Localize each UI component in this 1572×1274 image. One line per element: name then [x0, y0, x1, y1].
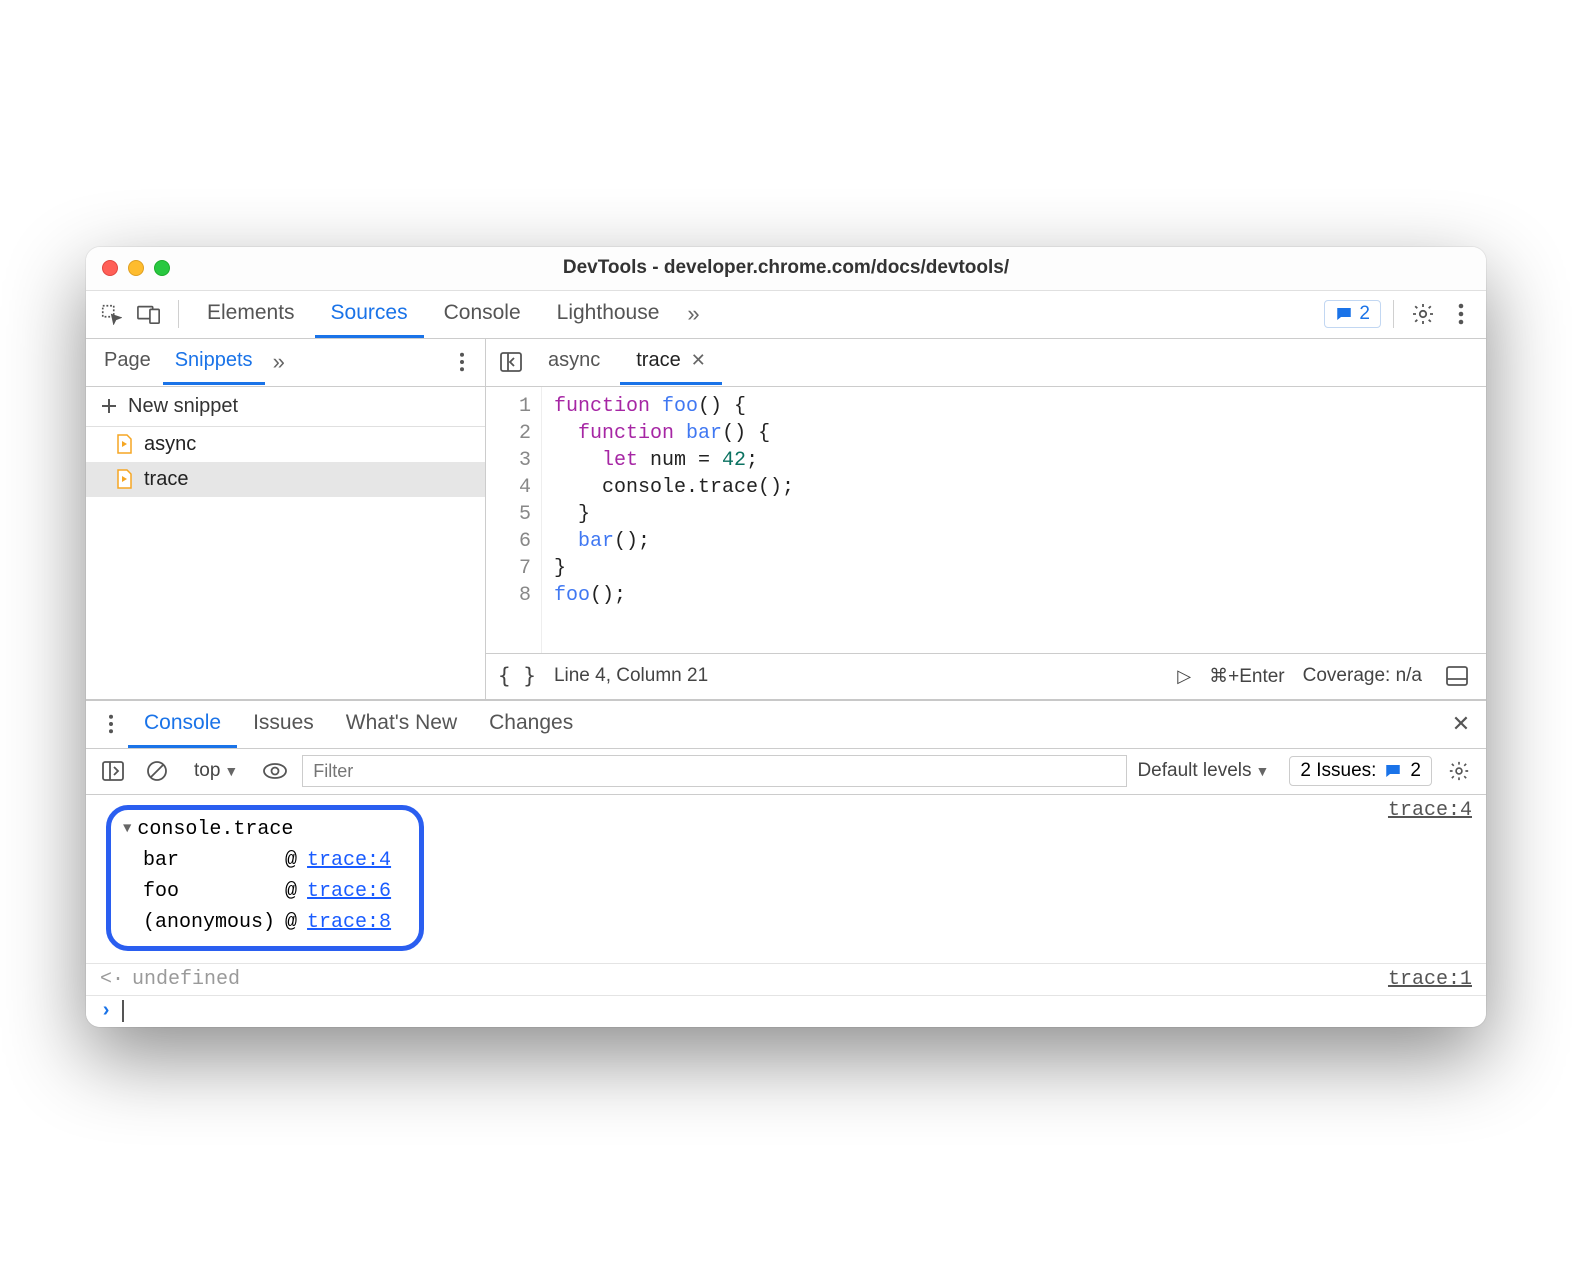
- console-settings-gear-icon[interactable]: [1442, 754, 1476, 788]
- drawer: Console Issues What's New Changes ✕ top …: [86, 699, 1486, 1027]
- pretty-print-icon[interactable]: { }: [498, 664, 536, 688]
- snippet-list: async trace: [86, 427, 485, 699]
- prompt-caret-icon: ›: [100, 1000, 120, 1023]
- issues-counter[interactable]: 2 Issues: 2: [1289, 756, 1432, 786]
- console-trace-row: ▼ console.trace bar @ trace:4 foo @ trac…: [86, 795, 1486, 963]
- stack-fn: bar: [143, 845, 285, 876]
- snippet-item-async[interactable]: async: [86, 427, 485, 462]
- console-prompt[interactable]: ›: [86, 996, 1486, 1027]
- drawer-tab-whatsnew[interactable]: What's New: [330, 701, 473, 748]
- tab-elements[interactable]: Elements: [191, 291, 311, 338]
- disclosure-triangle-icon[interactable]: ▼: [123, 821, 131, 837]
- editor-tab-async[interactable]: async: [532, 339, 616, 385]
- snippet-item-label: async: [144, 433, 196, 456]
- coverage-status: Coverage: n/a: [1303, 665, 1422, 687]
- devtools-window: DevTools - developer.chrome.com/docs/dev…: [86, 247, 1486, 1027]
- snippet-item-trace[interactable]: trace: [86, 462, 485, 497]
- editor-status-bar: { } Line 4, Column 21 ▷ ⌘+Enter Coverage…: [486, 653, 1486, 699]
- settings-gear-icon[interactable]: [1406, 297, 1440, 331]
- stack-fn: (anonymous): [143, 907, 285, 938]
- tab-lighthouse[interactable]: Lighthouse: [541, 291, 676, 338]
- titlebar: DevTools - developer.chrome.com/docs/dev…: [86, 247, 1486, 291]
- toggle-navigator-icon[interactable]: [494, 345, 528, 379]
- filter-input[interactable]: [302, 755, 1127, 787]
- toggle-sidebar-right-icon[interactable]: [1440, 659, 1474, 693]
- source-link[interactable]: trace:4: [1388, 799, 1472, 822]
- source-link[interactable]: trace:1: [1388, 968, 1472, 991]
- stack-frame-row: bar @ trace:4: [143, 845, 401, 876]
- new-snippet-button[interactable]: New snippet: [86, 387, 485, 427]
- stack-frame-row: (anonymous) @ trace:8: [143, 907, 401, 938]
- stack-fn: foo: [143, 876, 285, 907]
- tab-console[interactable]: Console: [428, 291, 537, 338]
- drawer-tab-changes[interactable]: Changes: [473, 701, 589, 748]
- issues-badge-count: 2: [1359, 303, 1370, 325]
- snippet-item-label: trace: [144, 468, 188, 491]
- console-sidebar-toggle-icon[interactable]: [96, 754, 130, 788]
- close-drawer-icon[interactable]: ✕: [1444, 707, 1478, 741]
- context-selector[interactable]: top ▼: [194, 760, 238, 782]
- drawer-tab-console[interactable]: Console: [128, 701, 237, 748]
- issues-badge[interactable]: 2: [1324, 300, 1381, 328]
- return-value: undefined: [132, 968, 240, 991]
- message-icon: [1384, 762, 1402, 780]
- window-title: DevTools - developer.chrome.com/docs/dev…: [86, 257, 1486, 279]
- close-tab-icon[interactable]: ✕: [691, 350, 706, 371]
- stack-frame-row: foo @ trace:6: [143, 876, 401, 907]
- editor-tabs: async trace ✕: [486, 339, 1486, 387]
- sources-panel: Page Snippets » New snippet async: [86, 339, 1486, 699]
- navigator-sidebar: Page Snippets » New snippet async: [86, 339, 486, 699]
- stack-at: @: [285, 876, 307, 907]
- navigator-overflow-icon[interactable]: »: [265, 349, 293, 375]
- drawer-kebab-icon[interactable]: [94, 707, 128, 741]
- navigator-tab-page[interactable]: Page: [92, 339, 163, 385]
- console-toolbar: top ▼ Default levels ▼ 2 Issues: 2: [86, 749, 1486, 795]
- tab-sources[interactable]: Sources: [315, 291, 424, 338]
- kebab-menu-icon[interactable]: [1444, 297, 1478, 331]
- return-arrow-icon: <·: [100, 968, 132, 991]
- zoom-window-button[interactable]: [154, 260, 170, 276]
- editor-pane: async trace ✕ 12345678 function foo() { …: [486, 339, 1486, 699]
- close-window-button[interactable]: [102, 260, 118, 276]
- prompt-input[interactable]: [120, 1000, 124, 1023]
- navigator-kebab-icon[interactable]: [445, 345, 479, 379]
- code-editor[interactable]: 12345678 function foo() { function bar()…: [486, 387, 1486, 653]
- stack-location-link[interactable]: trace:6: [307, 880, 391, 903]
- console-return-row: <· undefined trace:1: [86, 963, 1486, 996]
- stack-trace-table: bar @ trace:4 foo @ trace:6 (anonymous) …: [143, 845, 401, 938]
- main-toolbar: Elements Sources Console Lighthouse » 2: [86, 291, 1486, 339]
- editor-tab-trace[interactable]: trace ✕: [620, 339, 722, 385]
- chevron-down-icon: ▼: [1256, 763, 1270, 779]
- cursor-position: Line 4, Column 21: [554, 665, 708, 687]
- chevron-down-icon: ▼: [224, 763, 238, 779]
- navigator-tab-snippets[interactable]: Snippets: [163, 339, 265, 385]
- plus-icon: [100, 397, 118, 415]
- traffic-lights: [102, 260, 170, 276]
- stack-at: @: [285, 907, 307, 938]
- overflow-tabs-icon[interactable]: »: [679, 301, 707, 327]
- highlight-box: ▼ console.trace bar @ trace:4 foo @ trac…: [106, 805, 424, 951]
- log-levels-selector[interactable]: Default levels ▼: [1137, 760, 1269, 782]
- new-snippet-label: New snippet: [128, 395, 238, 418]
- navigator-tabs: Page Snippets »: [86, 339, 485, 387]
- live-expression-icon[interactable]: [258, 754, 292, 788]
- line-gutter: 12345678: [486, 387, 542, 653]
- run-snippet-icon[interactable]: ▷: [1177, 666, 1191, 687]
- trace-header: console.trace: [137, 818, 293, 841]
- drawer-tab-issues[interactable]: Issues: [237, 701, 330, 748]
- code-content: function foo() { function bar() { let nu…: [542, 387, 806, 653]
- snippet-file-icon: [114, 434, 134, 454]
- inspect-element-icon[interactable]: [94, 297, 128, 331]
- stack-location-link[interactable]: trace:4: [307, 849, 391, 872]
- device-toggle-icon[interactable]: [132, 297, 166, 331]
- stack-at: @: [285, 845, 307, 876]
- minimize-window-button[interactable]: [128, 260, 144, 276]
- message-icon: [1335, 305, 1353, 323]
- run-hint: ⌘+Enter: [1209, 665, 1285, 688]
- snippet-file-icon: [114, 469, 134, 489]
- clear-console-icon[interactable]: [140, 754, 174, 788]
- drawer-tabs: Console Issues What's New Changes ✕: [86, 701, 1486, 749]
- console-output: ▼ console.trace bar @ trace:4 foo @ trac…: [86, 795, 1486, 1027]
- stack-location-link[interactable]: trace:8: [307, 911, 391, 934]
